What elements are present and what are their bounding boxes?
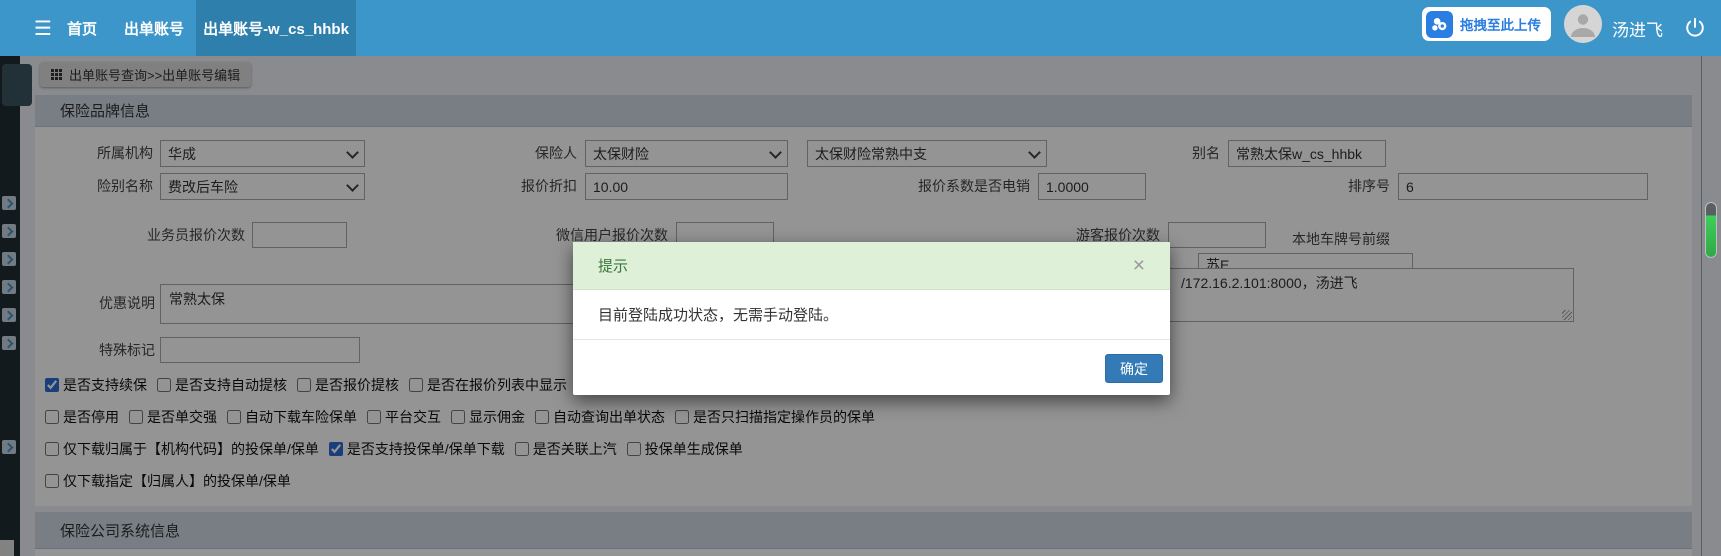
close-icon[interactable]: × xyxy=(1133,255,1145,276)
ok-button[interactable]: 确定 xyxy=(1105,354,1163,383)
top-navbar: ☰ 首页 出单账号 出单账号-w_cs_hhbk 拖拽至此上传 汤进飞 xyxy=(0,0,1721,56)
modal-header: 提示 × xyxy=(573,242,1170,290)
scrollbar-thumb[interactable] xyxy=(1705,202,1717,258)
avatar[interactable] xyxy=(1564,5,1602,43)
upload-dropzone-button[interactable]: 拖拽至此上传 xyxy=(1422,7,1551,41)
tab-home[interactable]: 首页 xyxy=(52,0,112,56)
person-icon xyxy=(1564,5,1602,43)
modal-title: 提示 xyxy=(598,258,629,275)
tab-issue-account[interactable]: 出单账号 xyxy=(112,0,196,56)
upload-label: 拖拽至此上传 xyxy=(1460,18,1541,33)
modal-message: 目前登陆成功状态，无需手动登陆。 xyxy=(573,290,1170,340)
app-root: 出单账号查询>>出单账号编辑 保险品牌信息 所属机构 华成 保险人 太保财险 太… xyxy=(0,0,1721,556)
tab-issue-account-edit[interactable]: 出单账号-w_cs_hhbk xyxy=(196,0,356,56)
netdisk-icon xyxy=(1426,10,1453,38)
power-icon[interactable] xyxy=(1682,15,1708,41)
username[interactable]: 汤进飞 xyxy=(1612,16,1663,41)
alert-modal: 提示 × 目前登陆成功状态，无需手动登陆。 确定 xyxy=(573,242,1170,395)
